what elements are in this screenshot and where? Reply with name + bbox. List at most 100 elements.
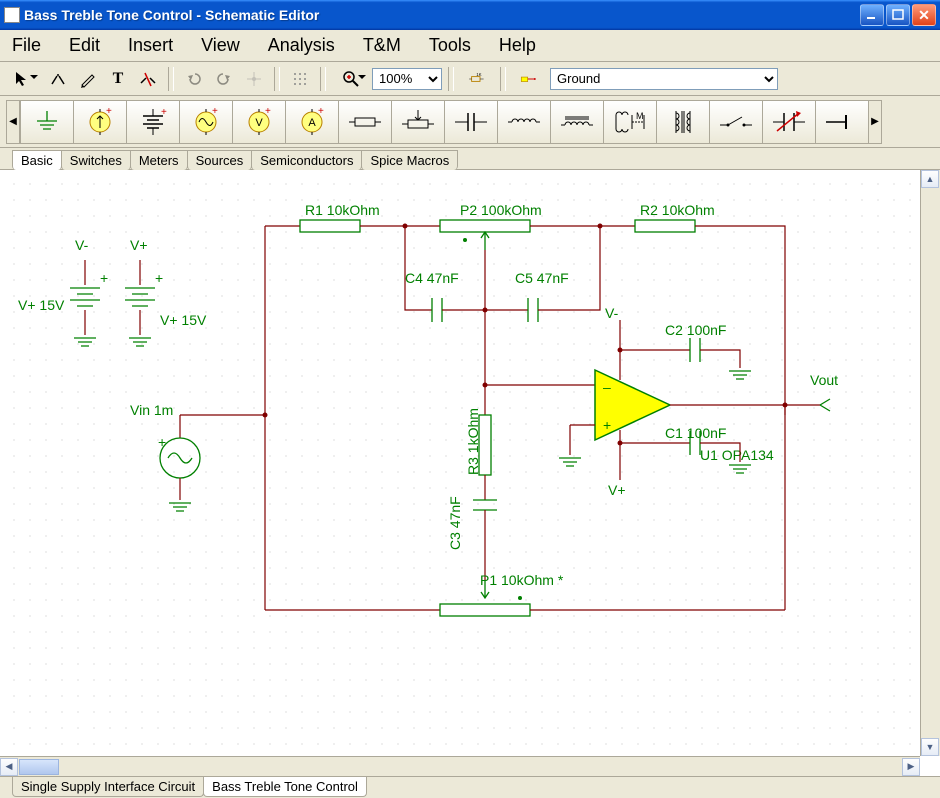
terminal-button[interactable] xyxy=(815,100,869,144)
svg-text:V+ 15V: V+ 15V xyxy=(18,297,65,313)
svg-text:C4 47nF: C4 47nF xyxy=(405,270,459,286)
component-scroll-right[interactable]: ▶ xyxy=(868,100,882,144)
battery-v-minus[interactable]: V- V+ 15V + xyxy=(18,237,108,346)
ammeter-button[interactable]: A+ xyxy=(285,100,339,144)
capacitor-c5[interactable]: C5 47nF xyxy=(485,226,600,322)
tab-semiconductors[interactable]: Semiconductors xyxy=(251,150,362,170)
vin-source[interactable]: Vin 1m + xyxy=(130,402,200,511)
tab-spice-macros[interactable]: Spice Macros xyxy=(361,150,458,170)
switch-button[interactable] xyxy=(709,100,763,144)
zoom-select[interactable]: 100% xyxy=(372,68,442,90)
scroll-up-arrow[interactable]: ▲ xyxy=(921,170,939,188)
svg-text:U1 OPA134: U1 OPA134 xyxy=(700,447,774,463)
current-source-button[interactable]: + xyxy=(73,100,127,144)
horizontal-scrollbar[interactable]: ◀ ▶ xyxy=(0,756,920,776)
inductor-button[interactable] xyxy=(497,100,551,144)
window-titlebar: Bass Treble Tone Control - Schematic Edi… xyxy=(0,0,940,30)
svg-text:+: + xyxy=(106,106,112,117)
tab-single-supply[interactable]: Single Supply Interface Circuit xyxy=(12,777,204,797)
svg-text:V+: V+ xyxy=(608,482,626,498)
motor-button[interactable]: M xyxy=(603,100,657,144)
voltmeter-button[interactable]: V+ xyxy=(232,100,286,144)
svg-text:V+ 15V: V+ 15V xyxy=(160,312,207,328)
schematic-drawing[interactable]: V- V+ 15V + V+ V+ 15V + xyxy=(0,170,920,756)
text-tool-button[interactable]: T xyxy=(104,66,132,92)
svg-text:V-: V- xyxy=(605,305,619,321)
battery-v-plus[interactable]: V+ V+ 15V + xyxy=(125,237,207,346)
wire-tool-button[interactable] xyxy=(44,66,72,92)
svg-text:+: + xyxy=(161,107,167,118)
minimize-button[interactable] xyxy=(860,4,884,26)
svg-text:C3 47nF: C3 47nF xyxy=(447,496,463,550)
svg-text:–: – xyxy=(603,379,611,395)
menu-analysis[interactable]: Analysis xyxy=(262,33,341,58)
svg-text:C1 100nF: C1 100nF xyxy=(665,425,726,441)
menu-help[interactable]: Help xyxy=(493,33,542,58)
component-scroll-left[interactable]: ◀ xyxy=(6,100,20,144)
svg-text:+: + xyxy=(603,417,611,433)
menu-view[interactable]: View xyxy=(195,33,246,58)
capacitor-button[interactable] xyxy=(444,100,498,144)
undo-button[interactable] xyxy=(180,66,208,92)
net-select[interactable]: Ground xyxy=(550,68,778,90)
capacitor-c2[interactable]: C2 100nF xyxy=(618,322,752,379)
menu-file[interactable]: File xyxy=(6,33,47,58)
vertical-scrollbar[interactable]: ▲ ▼ xyxy=(920,170,940,756)
grid-button[interactable] xyxy=(286,66,314,92)
svg-text:V+: V+ xyxy=(130,237,148,253)
resistor-component-button[interactable] xyxy=(338,100,392,144)
zoom-tool-button[interactable] xyxy=(332,66,370,92)
svg-text:R2 10kOhm: R2 10kOhm xyxy=(640,202,715,218)
resistor-r1[interactable]: R1 10kOhm xyxy=(300,202,405,232)
tab-sources[interactable]: Sources xyxy=(187,150,253,170)
main-toolbar: T 100% 1K Ground xyxy=(0,62,940,96)
snap-button[interactable] xyxy=(240,66,268,92)
menu-insert[interactable]: Insert xyxy=(122,33,179,58)
tab-meters[interactable]: Meters xyxy=(130,150,188,170)
probe-button[interactable] xyxy=(512,66,546,92)
menu-edit[interactable]: Edit xyxy=(63,33,106,58)
svg-text:+: + xyxy=(265,106,271,117)
menu-tm[interactable]: T&M xyxy=(357,33,407,58)
varcap-button[interactable] xyxy=(762,100,816,144)
svg-text:+: + xyxy=(158,434,166,450)
pencil-tool-button[interactable] xyxy=(74,66,102,92)
svg-text:Vin 1m: Vin 1m xyxy=(130,402,173,418)
ground-component-button[interactable] xyxy=(20,100,74,144)
inductor-core-button[interactable] xyxy=(550,100,604,144)
resistor-tool-button[interactable]: 1K xyxy=(460,66,494,92)
scroll-thumb[interactable] xyxy=(19,759,59,775)
scroll-left-arrow[interactable]: ◀ xyxy=(0,758,18,776)
redo-button[interactable] xyxy=(210,66,238,92)
maximize-button[interactable] xyxy=(886,4,910,26)
svg-text:M: M xyxy=(636,111,644,121)
scroll-down-arrow[interactable]: ▼ xyxy=(921,738,939,756)
menu-tools[interactable]: Tools xyxy=(423,33,477,58)
window-title: Bass Treble Tone Control - Schematic Edi… xyxy=(24,7,860,23)
scroll-right-arrow[interactable]: ▶ xyxy=(902,758,920,776)
svg-text:+: + xyxy=(100,270,108,286)
ac-source-button[interactable]: + xyxy=(179,100,233,144)
resistor-r2[interactable]: R2 10kOhm xyxy=(600,202,785,415)
svg-text:C2 100nF: C2 100nF xyxy=(665,322,726,338)
potentiometer-button[interactable] xyxy=(391,100,445,144)
potentiometer-p1[interactable]: P1 10kOhm * xyxy=(265,572,785,616)
tab-basic[interactable]: Basic xyxy=(12,150,62,170)
battery-component-button[interactable]: + xyxy=(126,100,180,144)
tab-bass-treble[interactable]: Bass Treble Tone Control xyxy=(203,777,367,797)
cut-wire-button[interactable] xyxy=(134,66,162,92)
resistor-r3[interactable]: R3 1kOhm xyxy=(465,408,491,475)
component-toolbar: ◀ + + + V+ A+ M ▶ xyxy=(0,96,940,148)
category-tabs: Basic Switches Meters Sources Semiconduc… xyxy=(0,148,940,170)
menubar: File Edit Insert View Analysis T&M Tools… xyxy=(0,30,940,62)
close-button[interactable]: ✕ xyxy=(912,4,936,26)
svg-text:Vout: Vout xyxy=(810,372,838,388)
potentiometer-p2[interactable]: P2 100kOhm xyxy=(405,202,600,310)
capacitor-c4[interactable]: C4 47nF xyxy=(405,226,485,322)
schematic-canvas[interactable]: V- V+ 15V + V+ V+ 15V + xyxy=(0,170,920,756)
svg-text:R1 10kOhm: R1 10kOhm xyxy=(305,202,380,218)
transformer-button[interactable] xyxy=(656,100,710,144)
capacitor-c3[interactable]: C3 47nF xyxy=(447,496,497,550)
cursor-tool-button[interactable] xyxy=(4,66,42,92)
tab-switches[interactable]: Switches xyxy=(61,150,131,170)
